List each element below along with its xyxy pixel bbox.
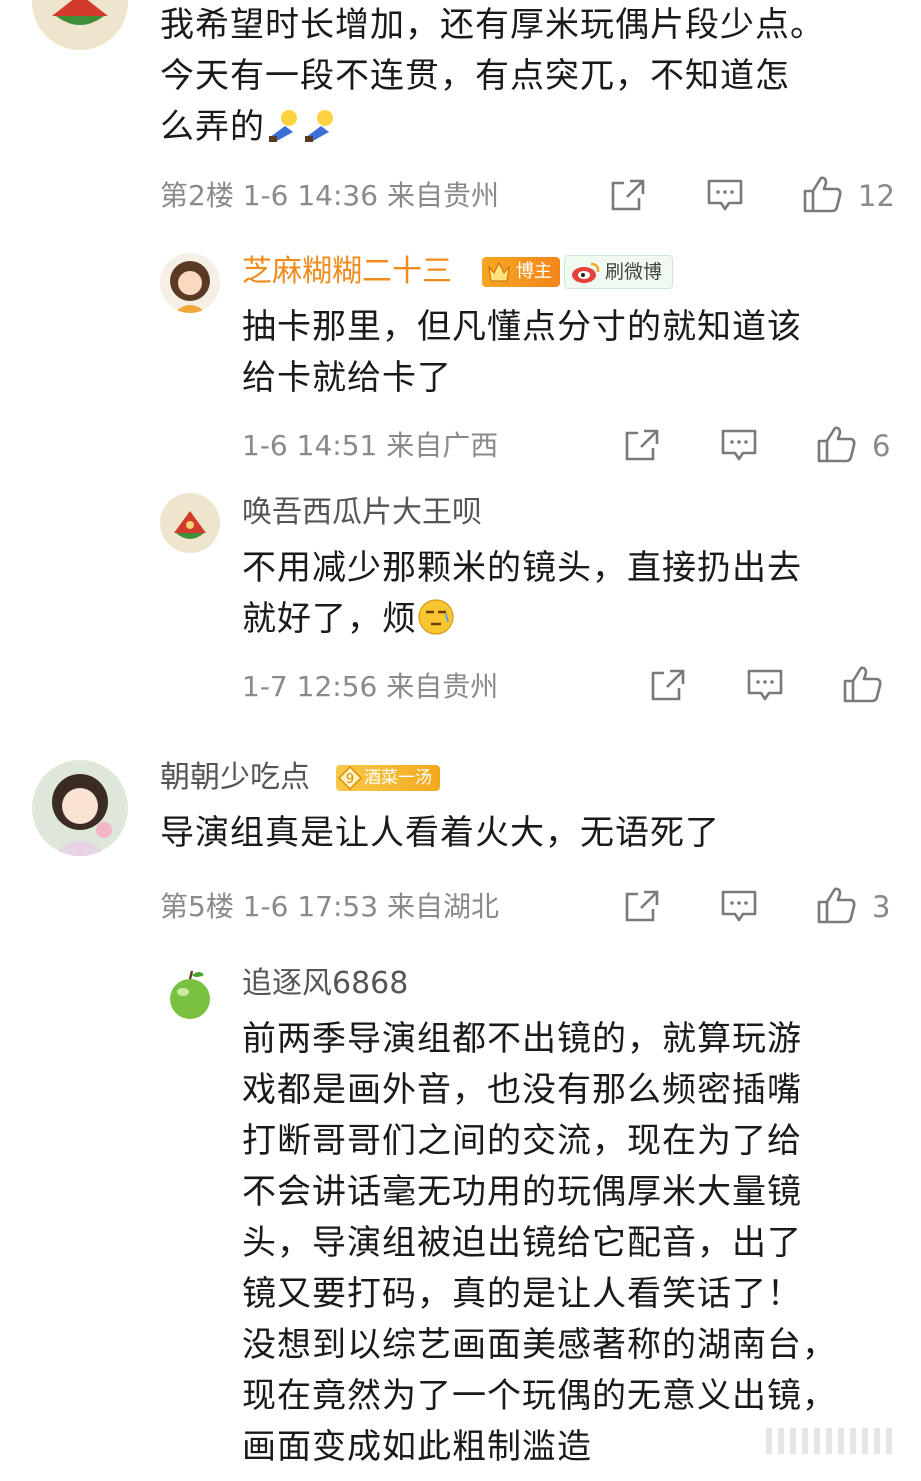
username[interactable]: 芝麻糊糊二十三 — [242, 252, 452, 292]
avatar[interactable] — [160, 253, 220, 313]
like-button[interactable] — [802, 174, 844, 214]
like-count: 12 — [858, 179, 895, 213]
reply-meta: 1-7 12:56 来自贵州 — [242, 670, 499, 703]
like-button[interactable] — [816, 885, 858, 925]
reply-button[interactable] — [720, 889, 758, 925]
diamond-icon: 9 — [338, 766, 362, 798]
like-count: 6 — [872, 429, 891, 463]
avatar[interactable] — [32, 0, 128, 50]
like-button[interactable] — [842, 664, 884, 704]
comment-icon — [707, 179, 743, 211]
reply-button[interactable] — [746, 668, 784, 704]
username[interactable]: 唤吾西瓜片大王呗 — [242, 493, 482, 533]
bow-emoji — [265, 108, 301, 159]
reply-content: 前两季导演组都不出镜的，就算玩游 戏都是画外音，也没有那么频密插嘴 打断哥哥们之… — [242, 1019, 837, 1467]
svg-text:9: 9 — [346, 772, 354, 787]
comment-icon — [721, 429, 757, 461]
thumbs-up-icon — [817, 426, 856, 463]
speechless-emoji — [417, 598, 455, 651]
weibo-icon — [571, 260, 601, 294]
comment-meta: 第2楼 1-6 14:36 来自贵州 — [160, 179, 499, 212]
share-button[interactable] — [624, 428, 660, 462]
comment-content: 导演组真是让人看着火大，无语死了 — [160, 813, 720, 853]
blogger-badge: 博主 — [482, 257, 560, 287]
share-button[interactable] — [610, 178, 646, 212]
share-icon — [651, 669, 685, 701]
thumbs-up-icon — [803, 176, 842, 213]
avatar[interactable] — [160, 965, 220, 1025]
share-icon — [625, 890, 659, 922]
comment-content: 我希望时长增加，还有厚米玩偶片段少点。 今天有一段不连贯，有点突兀，不知道怎 么… — [160, 0, 825, 159]
bow-emoji — [301, 108, 337, 159]
share-icon — [625, 429, 659, 461]
avatar[interactable] — [160, 493, 220, 553]
avatar[interactable] — [32, 760, 128, 856]
share-button[interactable] — [624, 889, 660, 923]
thumbs-up-icon — [843, 666, 882, 703]
reply-content: 抽卡那里，但凡懂点分寸的就知道该 给卡就给卡了 — [242, 307, 802, 398]
username[interactable]: 朝朝少吃点 — [160, 758, 310, 798]
comment-icon — [721, 890, 757, 922]
like-count: 3 — [872, 890, 891, 924]
comment-icon — [747, 669, 783, 701]
reply-button[interactable] — [706, 178, 744, 214]
watermark — [766, 1420, 906, 1460]
share-icon — [611, 179, 645, 211]
reply-content: 不用减少那颗米的镜头，直接扔出去 就好了，烦 — [242, 543, 802, 651]
crown-icon — [486, 259, 512, 295]
username[interactable]: 追逐风6868 — [242, 964, 408, 1004]
thumbs-up-icon — [817, 887, 856, 924]
like-button[interactable] — [816, 424, 858, 464]
reply-button[interactable] — [720, 428, 758, 464]
share-button[interactable] — [650, 668, 686, 702]
reply-meta: 1-6 14:51 来自广西 — [242, 429, 499, 462]
weibo-tag: 刷微博 — [564, 255, 674, 289]
comment-meta: 第5楼 1-6 17:53 来自湖北 — [160, 890, 499, 923]
fan-badge: 9 酒菜一汤 — [336, 765, 440, 791]
